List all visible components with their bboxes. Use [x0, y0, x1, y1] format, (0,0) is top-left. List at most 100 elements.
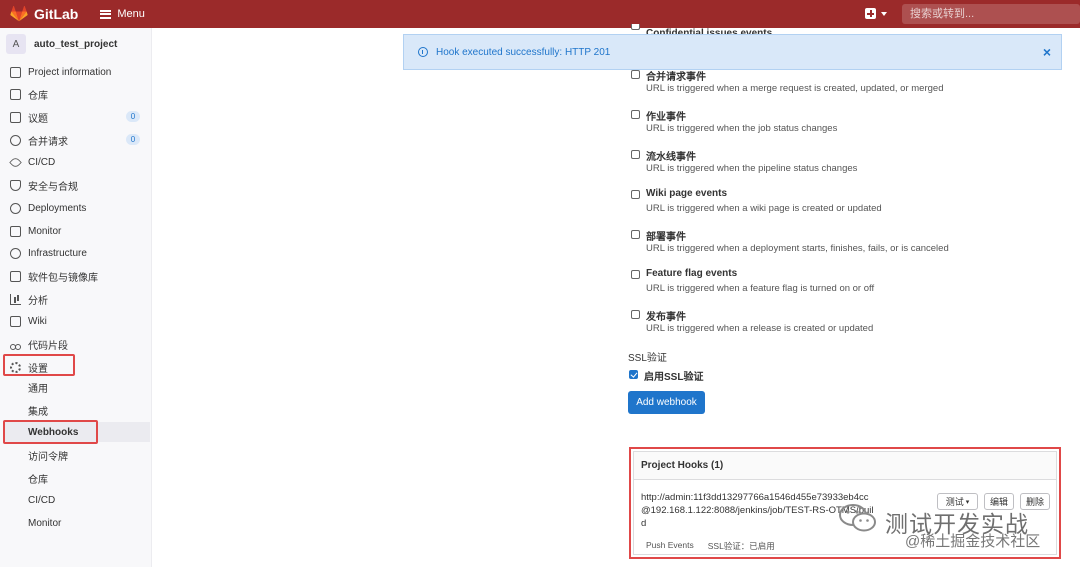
sidebar-item-label: 软件包与镜像库	[28, 272, 98, 284]
merge-requests-count-badge: 0	[126, 134, 140, 145]
sidebar-item-merge-requests[interactable]: 合并请求 0	[0, 130, 150, 150]
sidebar-item-deployments[interactable]: Deployments	[0, 198, 150, 218]
event-checkbox[interactable]	[631, 110, 640, 119]
search-input[interactable]	[902, 4, 1080, 24]
sidebar-item-issues[interactable]: 议题 0	[0, 107, 150, 127]
event-title: 作业事件	[646, 112, 686, 123]
event-description: URL is triggered when a feature flag is …	[646, 283, 875, 294]
event-description: URL is triggered when a wiki page is cre…	[646, 203, 882, 214]
close-icon[interactable]: ×	[1043, 44, 1051, 60]
issues-count-badge: 0	[126, 111, 140, 122]
menu-label: Menu	[117, 8, 145, 20]
event-checkbox[interactable]	[631, 70, 640, 79]
event-description: URL is triggered when a deployment start…	[646, 243, 949, 254]
issues-icon	[10, 111, 21, 123]
sidebar-item-security-compliance[interactable]: 安全与合规	[0, 175, 150, 195]
package-icon	[10, 270, 21, 282]
sidebar-item-snippets[interactable]: 代码片段	[0, 334, 150, 354]
sidebar-item-analytics[interactable]: 分析	[0, 289, 150, 309]
event-checkbox[interactable]	[631, 270, 640, 279]
sidebar-item-label: Deployments	[28, 202, 87, 214]
sidebar-item-packages-registries[interactable]: 软件包与镜像库	[0, 266, 150, 286]
shield-icon	[10, 179, 21, 191]
gitlab-logo-icon	[10, 6, 28, 22]
sidebar-item-cicd[interactable]: CI/CD	[0, 152, 150, 172]
event-description: URL is triggered when the pipeline statu…	[646, 163, 858, 174]
sidebar-item-wiki[interactable]: Wiki	[0, 311, 150, 331]
event-title: Wiki page events	[646, 188, 728, 199]
settings-highlight-box	[3, 354, 75, 376]
chart-icon	[10, 293, 21, 305]
brand-name: GitLab	[34, 6, 79, 22]
menu-button[interactable]: Menu	[100, 8, 145, 20]
sidebar-item-label: 安全与合规	[28, 181, 78, 193]
sidebar-subitem-cicd[interactable]: CI/CD	[4, 490, 150, 510]
info-icon	[10, 66, 21, 78]
sidebar-item-label: 仓库	[28, 90, 48, 102]
sidebar-item-label: Monitor	[28, 225, 62, 237]
sidebar-item-label: CI/CD	[28, 156, 56, 168]
sidebar-item-infrastructure[interactable]: Infrastructure	[0, 243, 150, 263]
sidebar-item-monitor[interactable]: Monitor	[0, 221, 150, 241]
sidebar-item-label: 议题	[28, 113, 48, 125]
wechat-watermark-icon	[839, 504, 876, 532]
new-plus-icon[interactable]	[865, 8, 876, 19]
sidebar-item-label: 代码片段	[28, 340, 68, 352]
monitor-icon	[10, 225, 21, 237]
sidebar-item-label: 合并请求	[28, 136, 68, 148]
cut-off-event-label: Confidential issues events	[646, 28, 773, 34]
event-title: 部署事件	[646, 232, 686, 243]
sidebar-item-label: 分析	[28, 295, 48, 307]
project-avatar: A	[6, 34, 26, 54]
event-description: URL is triggered when the job status cha…	[646, 123, 838, 134]
event-checkbox[interactable]	[631, 150, 640, 159]
book-icon	[10, 315, 21, 327]
top-navbar: GitLab Menu	[0, 0, 1080, 28]
event-title: 发布事件	[646, 312, 686, 323]
event-title: 合并请求事件	[646, 72, 706, 83]
rocket-icon	[9, 155, 22, 169]
project-hooks-title: Project Hooks (1)	[634, 452, 1056, 480]
enable-ssl-label: 启用SSL验证	[644, 372, 704, 383]
watermark-subtitle: @稀土掘金技术社区	[905, 533, 1041, 550]
add-webhook-button[interactable]: Add webhook	[628, 391, 705, 414]
deployments-icon	[10, 202, 21, 214]
cut-off-event-checkbox[interactable]	[631, 24, 640, 30]
sidebar-project[interactable]: A auto_test_project	[0, 28, 151, 60]
sidebar-subitem-general[interactable]: 通用	[4, 377, 150, 397]
sidebar-item-label: Wiki	[28, 315, 47, 327]
sidebar-item-label: Infrastructure	[28, 247, 87, 259]
ssl-verification-label: SSL验证	[628, 353, 667, 364]
event-checkbox[interactable]	[631, 190, 640, 199]
sidebar: A auto_test_project Project information …	[0, 28, 152, 567]
document-icon	[10, 88, 21, 100]
sidebar-item-project-information[interactable]: Project information	[0, 62, 150, 82]
flash-text: Hook executed successfully: HTTP 201	[436, 46, 611, 58]
hook-ssl-status: SSL验证：已启用	[707, 541, 775, 551]
sidebar-subitem-integrations[interactable]: 集成	[4, 400, 150, 420]
webhooks-highlight-box	[3, 420, 98, 444]
event-checkbox[interactable]	[631, 310, 640, 319]
event-title: 流水线事件	[646, 152, 696, 163]
flash-success-message: Hook executed successfully: HTTP 201 ×	[403, 34, 1062, 70]
cloud-icon	[10, 247, 21, 259]
scissors-icon	[10, 339, 21, 350]
event-checkbox[interactable]	[631, 230, 640, 239]
enable-ssl-checkbox[interactable]	[629, 370, 638, 379]
event-description: URL is triggered when a release is creat…	[646, 323, 874, 334]
project-name: auto_test_project	[34, 38, 118, 50]
chevron-down-icon[interactable]	[881, 12, 887, 16]
merge-request-icon	[10, 134, 21, 146]
sidebar-subitem-access-tokens[interactable]: 访问令牌	[4, 445, 150, 465]
hook-meta: Push Events SSL验证：已启用	[646, 540, 775, 552]
gitlab-brand[interactable]: GitLab	[10, 6, 78, 22]
info-circle-icon	[418, 47, 428, 57]
event-description: URL is triggered when a merge request is…	[646, 83, 944, 94]
sidebar-item-repository[interactable]: 仓库	[0, 84, 150, 104]
sidebar-subitem-repository[interactable]: 仓库	[4, 468, 150, 488]
sidebar-subitem-monitor[interactable]: Monitor	[4, 513, 150, 533]
sidebar-item-label: Project information	[28, 66, 112, 78]
event-title: Feature flag events	[646, 268, 738, 279]
hook-events: Push Events	[646, 540, 694, 550]
hamburger-icon	[100, 9, 112, 19]
